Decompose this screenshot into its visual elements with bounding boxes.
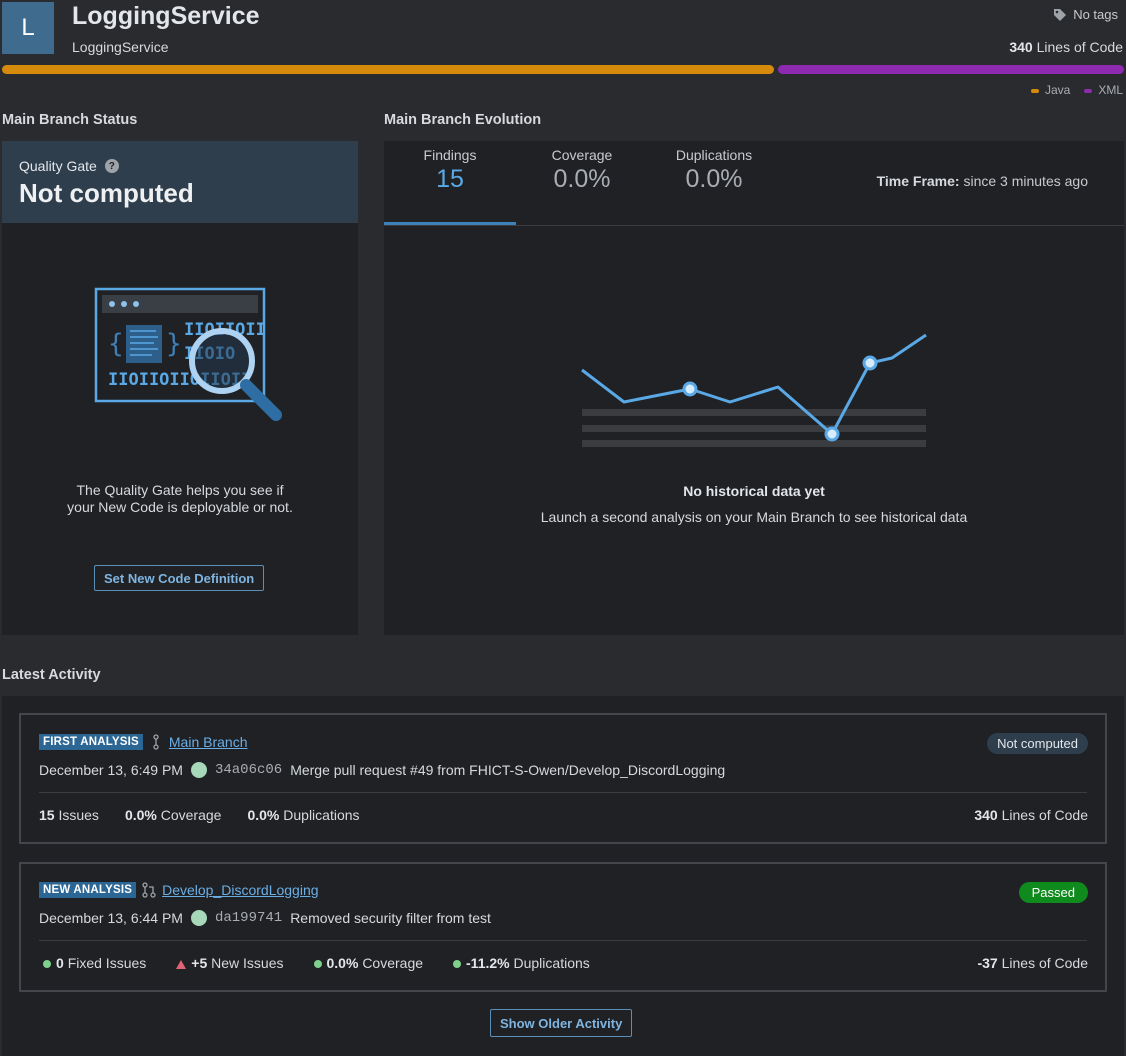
quality-gate-description: The Quality Gate helps you see if your N… bbox=[67, 482, 293, 515]
loc-label: Lines of Code bbox=[1036, 39, 1123, 55]
tab-value: 0.0% bbox=[553, 165, 611, 193]
branch-icon bbox=[153, 734, 159, 750]
analysis-date: December 13, 6:49 PM bbox=[39, 762, 183, 778]
status-badge: Not computed bbox=[987, 733, 1088, 754]
analysis-date: December 13, 6:44 PM bbox=[39, 910, 183, 926]
good-dot-icon bbox=[313, 960, 322, 969]
empty-history-subtitle: Launch a second analysis on your Main Br… bbox=[540, 509, 968, 525]
analysis-type-badge: FIRST ANALYSIS bbox=[39, 734, 143, 750]
tag-icon bbox=[1054, 8, 1067, 21]
language-bar-xml bbox=[778, 65, 1124, 74]
evolution-section-title: Main Branch Evolution bbox=[384, 112, 542, 128]
commit-hash[interactable]: 34a06c06 bbox=[215, 762, 282, 778]
language-legend: Java XML bbox=[1030, 83, 1123, 97]
branch-link-develop[interactable]: Develop_DiscordLogging bbox=[162, 882, 318, 898]
evolution-tabs: Findings 15 Coverage 0.0% Duplications 0… bbox=[384, 141, 1124, 226]
good-dot-icon bbox=[453, 960, 462, 969]
legend-java: Java bbox=[1030, 83, 1070, 97]
commit-message: Removed security filter from test bbox=[290, 910, 491, 926]
analysis-heading: NEW ANALYSIS Develop_DiscordLogging bbox=[39, 882, 319, 898]
metric-lines-of-code: -37 Lines of Code bbox=[977, 955, 1088, 971]
divider bbox=[39, 940, 1087, 941]
activity-card-new-analysis: NEW ANALYSIS Develop_DiscordLogging Pass… bbox=[19, 862, 1107, 992]
svg-text:}: } bbox=[166, 329, 182, 359]
tab-label: Findings bbox=[423, 147, 477, 163]
metric-duplications[interactable]: 0.0% Duplications bbox=[247, 807, 359, 823]
activity-card-first-analysis: FIRST ANALYSIS Main Branch Not computed … bbox=[19, 713, 1107, 844]
quality-gate-panel: Quality Gate ? Not computed { } IIOIIOII… bbox=[2, 141, 358, 635]
metric-issues[interactable]: 15 Issues bbox=[39, 807, 99, 823]
time-frame: Time Frame: since 3 minutes ago bbox=[876, 173, 1088, 189]
project-avatar: L bbox=[2, 2, 54, 54]
analysis-meta: December 13, 6:44 PM da199741 Removed se… bbox=[39, 910, 491, 926]
analysis-meta: December 13, 6:49 PM 34a06c06 Merge pull… bbox=[39, 762, 725, 778]
language-bar-java bbox=[2, 65, 774, 74]
code-inspection-illustration: { } IIOIIOII IIOIO IIOIIOIIOIIOII bbox=[94, 287, 282, 421]
avatar bbox=[190, 910, 207, 926]
quality-gate-label: Quality Gate ? bbox=[19, 158, 119, 174]
legend-xml: XML bbox=[1084, 83, 1123, 97]
status-badge: Passed bbox=[1018, 882, 1088, 903]
avatar bbox=[190, 762, 207, 778]
activity-section-title: Latest Activity bbox=[2, 667, 101, 683]
empty-history-title: No historical data yet bbox=[683, 483, 825, 499]
show-older-activity-button[interactable]: Show Older Activity bbox=[490, 1009, 633, 1037]
metric-duplications[interactable]: -11.2% Duplications bbox=[453, 955, 590, 971]
tab-findings[interactable]: Findings 15 bbox=[384, 141, 516, 225]
tab-value: 15 bbox=[436, 165, 464, 193]
metric-coverage[interactable]: 0.0% Coverage bbox=[125, 807, 222, 823]
tab-coverage[interactable]: Coverage 0.0% bbox=[516, 141, 648, 225]
metric-fixed-issues[interactable]: 0 Fixed Issues bbox=[43, 955, 146, 971]
metric-lines-of-code: 340 Lines of Code bbox=[974, 807, 1088, 823]
pull-request-icon bbox=[142, 882, 156, 898]
tags-label: No tags bbox=[1073, 7, 1118, 22]
tags-selector[interactable]: No tags bbox=[1053, 7, 1118, 22]
tab-label: Duplications bbox=[675, 147, 753, 163]
svg-text:{: { bbox=[108, 329, 124, 359]
warning-triangle-icon bbox=[176, 959, 187, 969]
quality-gate-header: Quality Gate ? Not computed bbox=[2, 141, 358, 223]
help-icon[interactable]: ? bbox=[104, 159, 119, 173]
quality-gate-status: Not computed bbox=[19, 178, 194, 208]
analysis-metrics: 0 Fixed Issues +5 New Issues 0.0% Covera… bbox=[43, 955, 590, 971]
lines-of-code-summary: 340 Lines of Code bbox=[1009, 39, 1123, 55]
tab-label: Coverage bbox=[551, 147, 613, 163]
analysis-type-badge: NEW ANALYSIS bbox=[39, 882, 137, 898]
metric-new-issues[interactable]: +5 New Issues bbox=[176, 955, 284, 971]
empty-history-illustration bbox=[581, 333, 927, 447]
set-new-code-definition-button[interactable]: Set New Code Definition bbox=[94, 565, 265, 591]
commit-message: Merge pull request #49 from FHICT-S-Owen… bbox=[290, 762, 726, 778]
status-section-title: Main Branch Status bbox=[2, 112, 138, 128]
metric-coverage[interactable]: 0.0% Coverage bbox=[313, 955, 423, 971]
commit-hash[interactable]: da199741 bbox=[215, 910, 282, 926]
branch-link-main[interactable]: Main Branch bbox=[169, 734, 248, 750]
activity-panel: FIRST ANALYSIS Main Branch Not computed … bbox=[2, 696, 1124, 1056]
analysis-heading: FIRST ANALYSIS Main Branch bbox=[39, 734, 247, 750]
evolution-panel: Findings 15 Coverage 0.0% Duplications 0… bbox=[384, 141, 1124, 635]
project-key: LoggingService bbox=[72, 39, 169, 55]
project-title: LoggingService bbox=[72, 2, 260, 30]
divider bbox=[39, 792, 1087, 793]
good-dot-icon bbox=[43, 960, 51, 969]
loc-value: 340 bbox=[1009, 39, 1033, 55]
tab-value: 0.0% bbox=[685, 165, 743, 193]
tab-duplications[interactable]: Duplications 0.0% bbox=[648, 141, 780, 225]
analysis-metrics: 15 Issues 0.0% Coverage 0.0% Duplication… bbox=[39, 807, 360, 823]
